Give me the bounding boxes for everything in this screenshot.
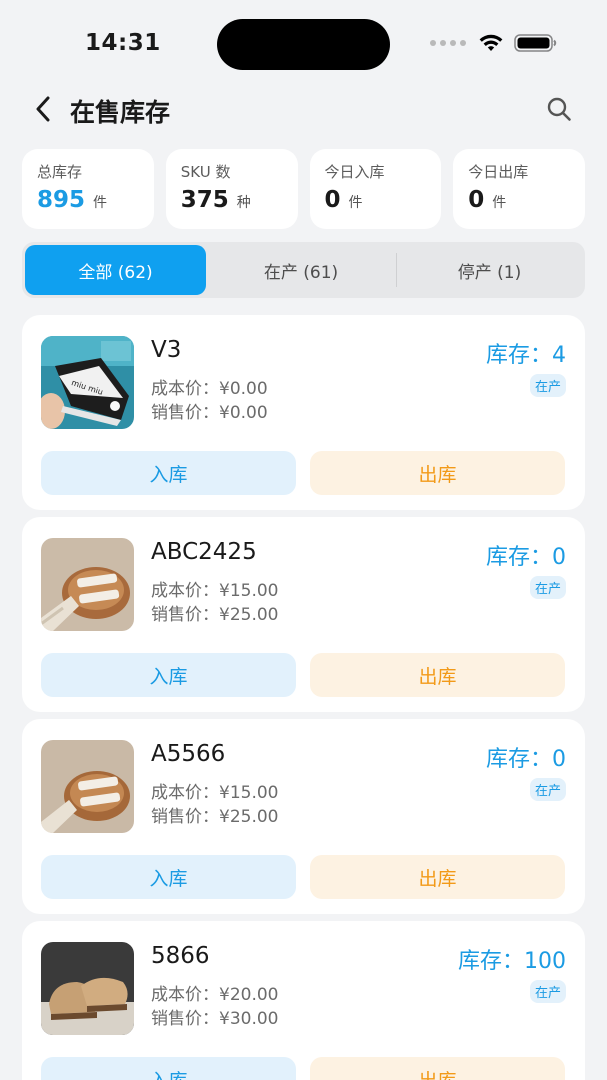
sale-price: 销售价：¥30.00 [151,1009,279,1029]
status-badge: 在产 [529,778,566,801]
search-button[interactable] [544,94,574,124]
stat-unit: 件 [93,195,108,211]
product-image: miu miu [41,336,134,429]
product-card[interactable]: A5566 成本价：¥15.00 销售价：¥25.00 库存：0 在产 入库 出… [22,719,585,914]
status-bar: 14:31 [0,0,607,88]
sale-price: 销售价：¥25.00 [151,807,279,827]
product-card[interactable]: miu miu V3 成本价：¥0.00 销售价：¥0.00 库存：4 在产 入… [22,315,585,510]
nav-bar: 在售库存 [0,88,607,130]
stat-sku-count: SKU 数 375 种 [165,149,298,229]
product-name: ABC2425 [151,539,257,565]
status-icons [430,33,558,53]
stock-out-button[interactable]: 出库 [310,855,565,899]
tab-in-production[interactable]: 在产 (61) [206,245,396,295]
stock-out-button[interactable]: 出库 [310,451,565,495]
stock-in-button[interactable]: 入库 [41,1057,296,1080]
sale-price: 销售价：¥0.00 [151,403,268,423]
cost-price: 成本价：¥15.00 [151,581,279,601]
back-button[interactable] [30,94,56,124]
product-card[interactable]: 5866 成本价：¥20.00 销售价：¥30.00 库存：100 在产 入库 … [22,921,585,1080]
product-image [41,942,134,1035]
cost-price: 成本价：¥20.00 [151,985,279,1005]
stock-in-button[interactable]: 入库 [41,855,296,899]
stock-out-button[interactable]: 出库 [310,653,565,697]
status-time: 14:31 [85,30,161,56]
product-image [41,538,134,631]
battery-icon [514,34,557,52]
back-chevron-icon [36,96,50,122]
stat-label: 今日入库 [324,163,385,181]
stock-count: 库存：0 [486,747,566,772]
status-badge: 在产 [529,980,566,1003]
stock-count: 库存：4 [486,343,566,368]
stat-unit: 件 [492,195,507,211]
stat-today-in: 今日入库 0 件 [309,149,442,229]
product-image [41,740,134,833]
page-title: 在售库存 [70,98,171,127]
stat-value: 0 [468,187,485,213]
stat-total-stock: 总库存 895 件 [22,149,154,229]
cost-price: 成本价：¥15.00 [151,783,279,803]
stat-label: SKU 数 [180,163,231,181]
stat-value: 375 [180,187,229,213]
tab-discontinued[interactable]: 停产 (1) [397,245,582,295]
product-card[interactable]: ABC2425 成本价：¥15.00 销售价：¥25.00 库存：0 在产 入库… [22,517,585,712]
search-icon [547,97,571,121]
product-list: miu miu V3 成本价：¥0.00 销售价：¥0.00 库存：4 在产 入… [22,315,585,1080]
stat-label: 总库存 [37,163,83,181]
filter-tabs: 全部 (62) 在产 (61) 停产 (1) [22,242,585,298]
wifi-icon [479,34,503,51]
signal-dots-icon [430,40,466,46]
stock-count: 库存：0 [486,545,566,570]
stock-in-button[interactable]: 入库 [41,653,296,697]
product-name: A5566 [151,741,226,767]
stat-unit: 种 [236,195,251,211]
status-badge: 在产 [529,374,566,397]
stat-value: 0 [324,187,341,213]
status-badge: 在产 [529,576,566,599]
stats-row: 总库存 895 件 SKU 数 375 种 今日入库 0 件 今日出库 0 件 [22,149,585,229]
stock-count: 库存：100 [458,949,566,974]
stat-today-out: 今日出库 0 件 [453,149,585,229]
cost-price: 成本价：¥0.00 [151,379,268,399]
dynamic-island [217,19,390,70]
stock-out-button[interactable]: 出库 [310,1057,565,1080]
product-name: V3 [151,337,182,363]
product-name: 5866 [151,943,210,969]
stat-label: 今日出库 [468,163,529,181]
stat-unit: 件 [348,195,363,211]
tab-all[interactable]: 全部 (62) [25,245,206,295]
stat-value: 895 [37,187,86,213]
stock-in-button[interactable]: 入库 [41,451,296,495]
sale-price: 销售价：¥25.00 [151,605,279,625]
